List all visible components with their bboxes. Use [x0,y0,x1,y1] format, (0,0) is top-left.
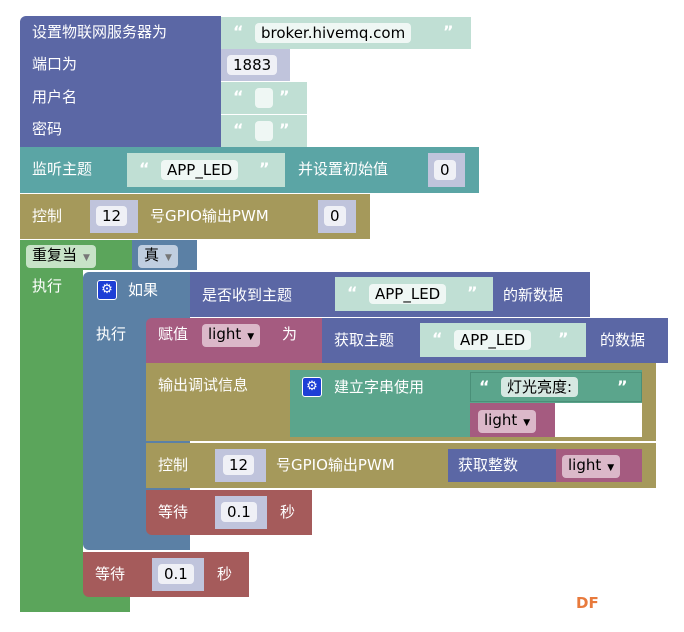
port-number-block[interactable]: 1883 [221,49,290,81]
wait-number-block[interactable]: 0.1 [152,558,204,591]
bool-block[interactable]: 真 ▼ [132,240,197,270]
pass-string-block[interactable]: “ ” [221,115,307,147]
quote-open-icon: “ [432,329,443,348]
quote-close-icon: ” [259,159,270,178]
gear-icon[interactable]: ⚙ [97,280,117,300]
wait-field[interactable]: 0.1 [158,564,194,584]
empty-slot [555,403,642,437]
quote-close-icon: ” [617,377,628,396]
quote-close-icon: ” [279,87,290,106]
quote-open-icon: “ [139,159,150,178]
wait-block[interactable]: 等待 0.1 秒 [83,552,249,597]
unit-label: 秒 [217,565,233,583]
topic-string-block[interactable]: “ APP_LED ” [335,277,493,311]
subscribe-block[interactable]: 监听主题 “ APP_LED ” 并设置初始值 0 [20,147,479,193]
text-field[interactable]: 灯光亮度: [501,377,579,397]
assign-label: 赋值 [158,325,189,343]
pin-field[interactable]: 12 [223,455,255,475]
to-int-label: 获取整数 [458,456,519,474]
pass-field[interactable] [255,121,273,141]
topic-field[interactable]: APP_LED [369,284,447,304]
mqtt-setup-block[interactable]: 设置物联网服务器为 端口为 用户名 密码 [20,16,221,147]
quote-open-icon: “ [233,22,244,41]
assign-block[interactable]: 赋值 light ▼ 为 [146,318,322,363]
topic-field[interactable]: APP_LED [454,330,532,350]
pwm-label: 号GPIO输出PWM [276,456,395,474]
quote-close-icon: ” [279,120,290,139]
pin-field[interactable]: 12 [96,206,128,226]
quote-close-icon: ” [558,329,569,348]
as-label: 为 [282,325,298,343]
pwm-control-block[interactable]: 控制 12 号GPIO输出PWM 获取整数 light ▼ [146,443,656,488]
get-topic-label: 获取主题 [334,331,395,349]
if-label: 如果 [128,281,159,299]
subscribe-label: 监听主题 [32,160,93,178]
pass-label: 密码 [32,120,63,138]
wait-number-block[interactable]: 0.1 [215,496,267,529]
user-label: 用户名 [32,88,78,106]
server-field[interactable]: broker.hivemq.com [255,23,412,43]
wait-field[interactable]: 0.1 [221,502,257,522]
var-get-block[interactable]: light ▼ [470,403,555,437]
port-label: 端口为 [32,55,78,73]
server-string-block[interactable]: “ broker.hivemq.com ” [221,17,471,49]
debug-print-block[interactable]: 输出调试信息 ⚙ 建立字串使用 “ 灯光亮度: ” light ▼ [146,363,656,441]
pin-number-block[interactable]: 12 [215,449,266,482]
wait-label: 等待 [158,503,189,521]
port-field[interactable]: 1883 [227,55,278,75]
var-dropdown[interactable]: light ▼ [478,410,537,433]
control-label: 控制 [32,207,63,225]
quote-close-icon: ” [443,22,454,41]
if-do-label: 执行 [96,325,127,343]
unit-label: 秒 [280,503,296,521]
text-join-block[interactable]: ⚙ 建立字串使用 “ 灯光亮度: ” light ▼ [290,370,642,437]
topic-string-block[interactable]: “ APP_LED ” [127,153,285,187]
received-topic-block[interactable]: 是否收到主题 “ APP_LED ” 的新数据 [190,272,590,317]
pwm-control-block[interactable]: 控制 12 号GPIO输出PWM 0 [20,194,370,239]
repeat-mode-dropdown[interactable]: 重复当 ▼ [26,245,96,268]
init-field[interactable]: 0 [434,160,456,180]
to-int-block[interactable]: 获取整数 light ▼ [448,449,642,482]
server-label: 设置物联网服务器为 [32,23,168,41]
join-label: 建立字串使用 [334,378,425,396]
wait-block[interactable]: 等待 0.1 秒 [146,490,312,535]
init-number-block[interactable]: 0 [428,153,465,187]
pwm-value-field[interactable]: 0 [324,206,346,226]
watermark: DF [576,594,599,612]
user-field[interactable] [255,88,273,108]
topic-string-block[interactable]: “ APP_LED ” [420,323,586,357]
bool-dropdown[interactable]: 真 ▼ [138,245,178,268]
get-topic-block[interactable]: 获取主题 “ APP_LED ” 的数据 [322,318,668,363]
quote-close-icon: ” [467,283,478,302]
new-data-label: 的新数据 [503,286,564,304]
var-get-block[interactable]: light ▼ [556,449,642,482]
gear-icon[interactable]: ⚙ [302,377,322,397]
topic-field[interactable]: APP_LED [161,160,239,180]
user-string-block[interactable]: “ ” [221,82,307,114]
data-label: 的数据 [600,331,646,349]
wait-label: 等待 [95,565,126,583]
init-label: 并设置初始值 [298,160,389,178]
quote-open-icon: “ [479,377,490,396]
var-dropdown[interactable]: light ▼ [562,455,621,478]
text-string-block[interactable]: “ 灯光亮度: ” [470,372,642,402]
pwm-value-block[interactable]: 0 [318,200,356,233]
quote-open-icon: “ [347,283,358,302]
received-label: 是否收到主题 [202,286,293,304]
quote-open-icon: “ [233,120,244,139]
control-label: 控制 [158,456,189,474]
quote-open-icon: “ [233,87,244,106]
pwm-label: 号GPIO输出PWM [150,207,269,225]
debug-label: 输出调试信息 [158,376,249,394]
var-dropdown[interactable]: light ▼ [202,324,261,347]
do-label: 执行 [32,277,63,295]
pin-number-block[interactable]: 12 [90,200,138,233]
